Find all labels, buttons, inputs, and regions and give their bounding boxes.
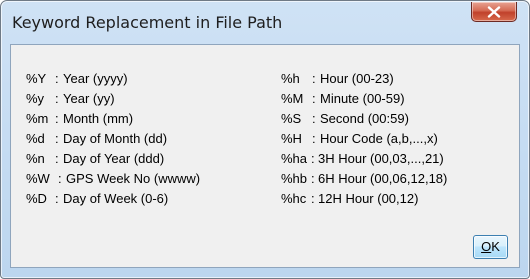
keyword-description: Hour Code (a,b,...,x) [320,131,438,146]
dialog-window: Keyword Replacement in File Path %Y : Ye… [0,0,530,279]
keyword-legend: %Y : Year (yyyy) %y : Year (yy) %m : Mon… [11,45,519,267]
keyword-description: Year (yyyy) [63,71,128,86]
keyword-description: 6H Hour (00,06,12,18) [318,171,448,186]
keyword-description: Hour (00-23) [320,71,394,86]
keyword-code: %M [281,91,304,106]
keyword-separator: : [55,91,59,106]
close-icon [487,5,501,18]
keyword-description: Day of Month (dd) [63,131,168,146]
keyword-description: Day of Year (ddd) [63,151,165,166]
keyword-separator: : [55,151,59,166]
keyword-code: %Y [26,71,47,86]
keyword-code: %m [26,111,49,126]
keyword-code: %W [26,171,50,186]
keyword-separator: : [55,131,59,146]
close-button[interactable] [471,2,517,22]
keyword-separator: : [312,131,316,146]
keyword-description: Day of Week (0-6) [63,191,169,206]
keyword-code: %D [26,191,47,206]
dialog-title: Keyword Replacement in File Path [12,13,283,32]
keyword-separator: : [55,111,59,126]
dialog-client-area: %Y : Year (yyyy) %y : Year (yy) %m : Mon… [10,44,520,268]
ok-label: K [491,239,500,254]
ok-button[interactable]: OK [473,235,508,259]
keyword-separator: : [55,191,59,206]
keyword-code: %S [281,111,302,126]
keyword-description: 12H Hour (00,12) [318,191,419,206]
keyword-description: Month (mm) [63,111,134,126]
keyword-description: Second (00:59) [320,111,409,126]
keyword-separator: : [312,91,316,106]
keyword-separator: : [58,171,62,186]
keyword-description: Year (yy) [63,91,115,106]
keyword-separator: : [312,111,316,126]
keyword-separator: : [311,171,315,186]
keyword-separator: : [55,71,59,86]
keyword-code: %h [281,71,300,86]
keyword-code: %n [26,151,45,166]
ok-mnemonic: O [481,239,492,254]
keyword-separator: : [312,71,316,86]
keyword-code: %d [26,131,45,146]
keyword-code: %hb [281,171,308,186]
keyword-description: 3H Hour (00,03,...,21) [318,151,444,166]
keyword-code: %y [26,91,45,106]
keyword-description: GPS Week No (wwww) [66,171,201,186]
keyword-code: %ha [281,151,308,166]
keyword-code: %H [281,131,302,146]
keyword-separator: : [311,191,315,206]
keyword-separator: : [311,151,315,166]
keyword-code: %hc [281,191,307,206]
keyword-description: Minute (00-59) [320,91,405,106]
